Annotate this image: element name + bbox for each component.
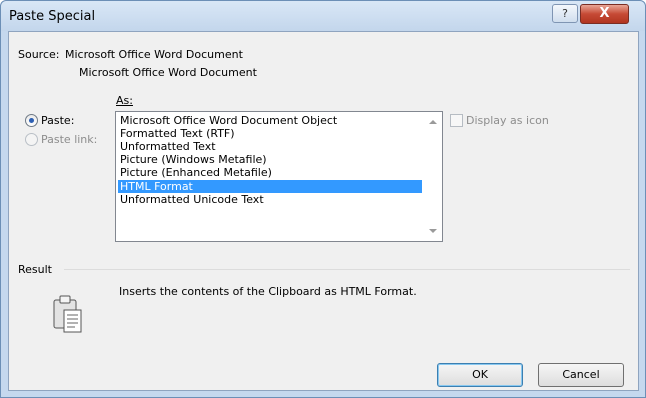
scroll-up-arrow-icon[interactable] <box>429 120 437 124</box>
dialog-title: Paste Special <box>9 9 96 24</box>
scroll-down-arrow-icon[interactable] <box>429 229 437 233</box>
format-item-selected[interactable]: HTML Format <box>118 180 422 193</box>
format-item[interactable]: Microsoft Office Word Document Object <box>118 114 422 127</box>
as-label: As: <box>116 94 133 107</box>
source-label: Source: <box>18 48 60 61</box>
source-line-2: Microsoft Office Word Document <box>79 66 257 79</box>
dialog-client-area: Source: Microsoft Office Word Document M… <box>8 31 639 391</box>
format-item[interactable]: Picture (Enhanced Metafile) <box>118 166 422 179</box>
format-item[interactable]: Unformatted Unicode Text <box>118 193 422 206</box>
result-description: Inserts the contents of the Clipboard as… <box>119 285 417 298</box>
clipboard-icon <box>53 295 82 333</box>
cancel-button[interactable]: Cancel <box>538 363 624 387</box>
result-group-label: Result <box>18 263 52 276</box>
listbox-scrollbar[interactable] <box>425 112 442 241</box>
paste-radio-label[interactable]: Paste: <box>41 114 74 127</box>
result-group-divider <box>64 269 630 270</box>
paste-link-radio-label[interactable]: Paste link: <box>41 133 97 146</box>
source-line-1: Microsoft Office Word Document <box>65 48 243 61</box>
display-as-icon-label[interactable]: Display as icon <box>466 114 549 127</box>
format-item[interactable]: Picture (Windows Metafile) <box>118 153 422 166</box>
paste-radio[interactable] <box>25 114 38 127</box>
as-label-text: As: <box>116 94 133 107</box>
format-listbox[interactable]: Microsoft Office Word Document Object Fo… <box>115 111 443 242</box>
paste-link-radio[interactable] <box>25 133 38 146</box>
help-button[interactable]: ? <box>552 4 578 23</box>
format-item[interactable]: Formatted Text (RTF) <box>118 127 422 140</box>
paste-special-dialog: Paste Special ? X Source: Microsoft Offi… <box>0 0 646 398</box>
display-as-icon-checkbox[interactable] <box>450 114 463 127</box>
ok-button[interactable]: OK <box>437 363 523 387</box>
format-item[interactable]: Unformatted Text <box>118 140 422 153</box>
close-button[interactable]: X <box>580 4 629 24</box>
title-bar[interactable]: Paste Special ? X <box>1 1 645 31</box>
